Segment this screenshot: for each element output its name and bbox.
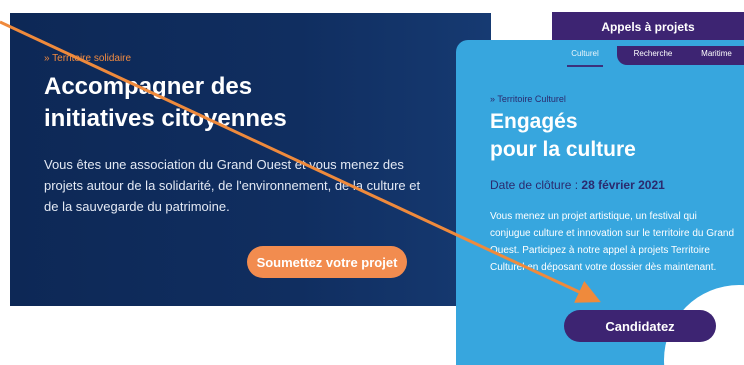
card-title-line2: pour la culture xyxy=(490,138,636,161)
panel-description: Vous êtes une association du Grand Ouest… xyxy=(44,157,421,214)
apply-button[interactable]: Candidatez xyxy=(564,310,716,342)
card-description: Vous menez un projet artistique, un fest… xyxy=(490,211,735,273)
panel-title-line1: Accompagner des xyxy=(44,73,253,100)
tab-maritime[interactable]: Maritime xyxy=(689,46,744,65)
culture-card: Culturel Recherche Maritime » Territoire… xyxy=(456,40,744,365)
calls-header: Appels à projets xyxy=(552,12,744,42)
tab-recherche[interactable]: Recherche xyxy=(617,46,689,65)
panel-title: Accompagner des initiatives citoyennes xyxy=(44,71,344,135)
card-title-line1: Engagés xyxy=(490,110,578,133)
card-title: Engagés pour la culture xyxy=(490,108,710,164)
closing-label: Date de clôture : xyxy=(490,178,582,192)
tab-bar: Culturel Recherche Maritime xyxy=(559,46,744,67)
panel-eyebrow: » Territoire solidaire xyxy=(44,53,132,64)
closing-date: 28 février 2021 xyxy=(581,178,665,192)
panel-title-line2: initiatives citoyennes xyxy=(44,105,287,132)
closing-date-line: Date de clôture : 28 février 2021 xyxy=(490,178,665,192)
card-eyebrow: » Territoire Culturel xyxy=(490,94,566,104)
tab-culturel[interactable]: Culturel xyxy=(567,46,603,67)
submit-project-button[interactable]: Soumettez votre projet xyxy=(247,246,407,278)
solidarity-panel: » Territoire solidaire Accompagner des i… xyxy=(10,13,491,306)
